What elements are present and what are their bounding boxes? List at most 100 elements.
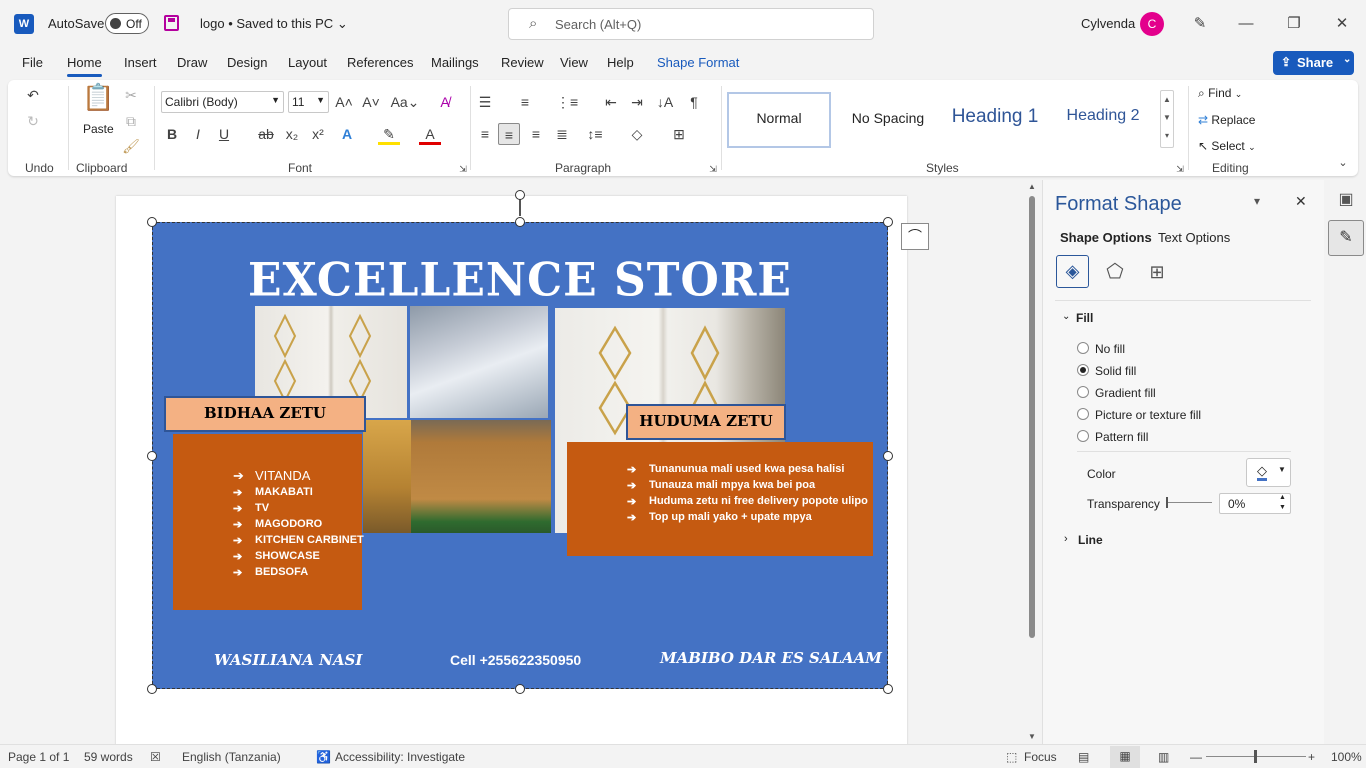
resize-handle[interactable] (883, 451, 893, 461)
zoom-level[interactable]: 100% (1331, 750, 1362, 764)
avatar[interactable]: C (1140, 12, 1164, 36)
align-right-icon[interactable]: ≡ (525, 123, 547, 145)
highlight-icon[interactable]: ✎ (378, 123, 400, 145)
show-formatting-icon[interactable]: ¶ (683, 91, 705, 113)
layout-options-icon[interactable]: ⌒ (901, 223, 929, 250)
scrollbar-thumb[interactable] (1029, 196, 1035, 638)
fill-color-picker[interactable]: ◇ ▼ (1246, 458, 1291, 487)
tab-draw[interactable]: Draw (177, 55, 207, 70)
search-box[interactable]: ⌕ Search (Alt+Q) (508, 8, 874, 40)
tab-insert[interactable]: Insert (124, 55, 157, 70)
underline-icon[interactable]: U (213, 123, 235, 145)
find-button[interactable]: ⌕ Find ⌄ (1198, 86, 1242, 101)
replace-button[interactable]: ⇄ Replace (1198, 113, 1255, 127)
italic-icon[interactable]: I (187, 123, 209, 145)
font-color-icon[interactable]: A (419, 123, 441, 145)
strikethrough-icon[interactable]: ab (255, 123, 277, 145)
rotate-handle[interactable] (515, 190, 525, 200)
shrink-font-icon[interactable]: A˅ (360, 91, 382, 113)
tab-mailings[interactable]: Mailings (431, 55, 479, 70)
styles-scroll[interactable]: ▲ ▼ ▾ (1160, 90, 1174, 148)
radio-pattern-fill[interactable] (1077, 430, 1089, 442)
web-layout-icon[interactable]: ▥ (1158, 750, 1169, 764)
tab-review[interactable]: Review (501, 55, 544, 70)
vertical-scrollbar[interactable]: ▲ ▼ (1026, 182, 1040, 744)
line-heading[interactable]: Line (1078, 533, 1103, 547)
align-center-icon[interactable]: ≡ (498, 123, 520, 145)
bold-icon[interactable]: B (161, 123, 183, 145)
save-icon[interactable] (164, 15, 179, 31)
collapse-ribbon-icon[interactable]: ⌄ (1332, 152, 1354, 174)
fill-heading[interactable]: Fill (1076, 311, 1093, 325)
focus-label[interactable]: Focus (1024, 750, 1057, 764)
fill-line-icon[interactable]: ◈ (1056, 255, 1089, 288)
radio-label[interactable]: Picture or texture fill (1095, 408, 1201, 422)
zoom-out-icon[interactable]: — (1190, 750, 1202, 764)
designer-pen-icon[interactable]: ✎ (1188, 12, 1212, 36)
redo-icon[interactable]: ↻ (22, 110, 44, 132)
spinner-icon[interactable]: ▲ ▼ (1279, 493, 1286, 513)
transparency-input[interactable]: 0% ▲ ▼ (1219, 493, 1291, 514)
resize-handle[interactable] (515, 684, 525, 694)
close-pane-icon[interactable]: ✕ (1295, 193, 1307, 210)
text-effects-icon[interactable]: A (336, 123, 358, 145)
autosave-toggle[interactable]: Off (105, 13, 149, 34)
chevron-right-icon[interactable]: › (1064, 533, 1068, 545)
focus-icon[interactable]: ⬚ (1006, 750, 1017, 764)
chevron-down-icon[interactable]: ⌄ (1062, 311, 1070, 322)
pane-options-chevron-icon[interactable]: ▾ (1254, 194, 1260, 208)
paste-label[interactable]: Paste (83, 122, 114, 136)
read-mode-icon[interactable]: ▤ (1078, 750, 1089, 764)
radio-gradient-fill[interactable] (1077, 386, 1089, 398)
restore-icon[interactable]: ❐ (1282, 12, 1306, 36)
accessibility-status[interactable]: Accessibility: Investigate (335, 750, 465, 764)
radio-label[interactable]: Solid fill (1095, 364, 1136, 378)
grow-font-icon[interactable]: A˄ (333, 91, 355, 113)
user-name[interactable]: Cylvenda (1081, 16, 1135, 31)
radio-label[interactable]: Pattern fill (1095, 430, 1148, 444)
tab-home[interactable]: Home (67, 55, 102, 77)
tab-help[interactable]: Help (607, 55, 634, 70)
accessibility-icon[interactable]: ♿ (316, 750, 331, 764)
clear-formatting-icon[interactable]: A̸ (434, 91, 456, 113)
language[interactable]: English (Tanzania) (182, 750, 281, 764)
minimize-icon[interactable]: — (1234, 12, 1258, 36)
transparency-slider-thumb[interactable] (1166, 497, 1168, 508)
document-title[interactable]: logo • Saved to this PC ⌄ (200, 16, 348, 32)
borders-icon[interactable]: ⊞ (668, 123, 690, 145)
font-name-select[interactable]: Calibri (Body) ▼ (161, 91, 284, 113)
print-layout-icon[interactable]: ▦ (1110, 746, 1140, 768)
undo-icon[interactable]: ↶ (22, 84, 44, 106)
style-normal[interactable]: Normal (727, 92, 831, 148)
radio-label[interactable]: No fill (1095, 342, 1125, 356)
radio-solid-fill[interactable] (1077, 364, 1089, 376)
effects-icon[interactable]: ⬠ (1101, 258, 1129, 286)
tab-view[interactable]: View (560, 55, 588, 70)
multilevel-list-icon[interactable]: ⋮≡ (556, 91, 578, 113)
tab-references[interactable]: References (347, 55, 413, 70)
change-case-icon[interactable]: Aa⌄ (390, 91, 420, 113)
style-heading-1[interactable]: Heading 1 (943, 92, 1047, 148)
tab-shape-options[interactable]: Shape Options (1060, 230, 1152, 245)
resize-handle[interactable] (147, 451, 157, 461)
scroll-up-icon[interactable]: ▲ (1028, 182, 1036, 191)
scroll-down-icon[interactable]: ▼ (1028, 732, 1036, 741)
line-spacing-icon[interactable]: ↕≡ (584, 123, 606, 145)
subscript-icon[interactable]: x₂ (281, 123, 303, 145)
style-heading-2[interactable]: Heading 2 (1051, 92, 1155, 148)
justify-icon[interactable]: ≣ (551, 123, 573, 145)
word-count[interactable]: 59 words (84, 750, 133, 764)
proofing-icon[interactable]: ☒ (150, 750, 161, 764)
superscript-icon[interactable]: x² (307, 123, 329, 145)
chevron-down-icon[interactable]: ⌄ (1343, 54, 1351, 65)
share-button[interactable]: ⇪ Share ⌄ (1273, 51, 1354, 75)
select-button[interactable]: ↖ Select ⌄ (1198, 139, 1256, 153)
tab-design[interactable]: Design (227, 55, 267, 70)
resize-handle[interactable] (147, 684, 157, 694)
paste-icon[interactable]: 📋 (82, 84, 114, 122)
page-count[interactable]: Page 1 of 1 (8, 750, 69, 764)
sort-icon[interactable]: ↓A (654, 91, 676, 113)
resize-handle[interactable] (883, 217, 893, 227)
radio-label[interactable]: Gradient fill (1095, 386, 1156, 400)
radio-picture-fill[interactable] (1077, 408, 1089, 420)
